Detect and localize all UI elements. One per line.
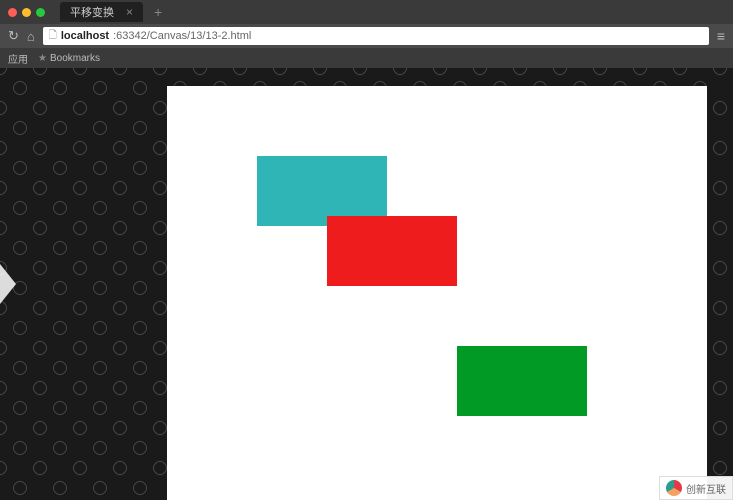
watermark-logo-icon bbox=[666, 480, 682, 496]
page-viewport: 创新互联 bbox=[0, 68, 733, 500]
url-host: localhost bbox=[61, 30, 109, 42]
home-icon[interactable]: ⌂ bbox=[27, 29, 35, 44]
bookmarks-bar: 应用 ★ Bookmarks bbox=[0, 48, 733, 68]
watermark-arrow bbox=[0, 264, 16, 304]
apps-label: 应用 bbox=[8, 51, 28, 66]
canvas bbox=[167, 86, 707, 500]
close-tab-button[interactable]: × bbox=[126, 5, 133, 19]
bookmarks-label: Bookmarks bbox=[50, 53, 100, 64]
new-tab-button[interactable]: + bbox=[154, 4, 162, 20]
rect-red bbox=[327, 216, 457, 286]
watermark: 创新互联 bbox=[659, 476, 733, 500]
menu-icon[interactable]: ≡ bbox=[717, 28, 725, 44]
rect-green bbox=[457, 346, 587, 416]
window-controls bbox=[8, 8, 45, 17]
reload-icon[interactable]: ↻ bbox=[8, 28, 19, 44]
browser-tab[interactable]: 平移变换 × bbox=[60, 2, 143, 22]
maximize-window-button[interactable] bbox=[36, 8, 45, 17]
address-bar: ↻ ⌂ 🗋 localhost :63342/Canvas/13/13-2.htm… bbox=[0, 24, 733, 48]
apps-button[interactable]: 应用 bbox=[8, 51, 28, 66]
tab-title: 平移变换 bbox=[70, 4, 114, 20]
url-input[interactable]: 🗋 localhost :63342/Canvas/13/13-2.html bbox=[43, 27, 709, 45]
bookmarks-button[interactable]: ★ Bookmarks bbox=[38, 53, 100, 64]
page-icon: 🗋 bbox=[49, 28, 57, 45]
minimize-window-button[interactable] bbox=[22, 8, 31, 17]
watermark-text: 创新互联 bbox=[686, 481, 726, 496]
star-icon: ★ bbox=[38, 53, 47, 64]
close-window-button[interactable] bbox=[8, 8, 17, 17]
window-titlebar: 平移变换 × + bbox=[0, 0, 733, 24]
url-path: :63342/Canvas/13/13-2.html bbox=[113, 30, 251, 42]
